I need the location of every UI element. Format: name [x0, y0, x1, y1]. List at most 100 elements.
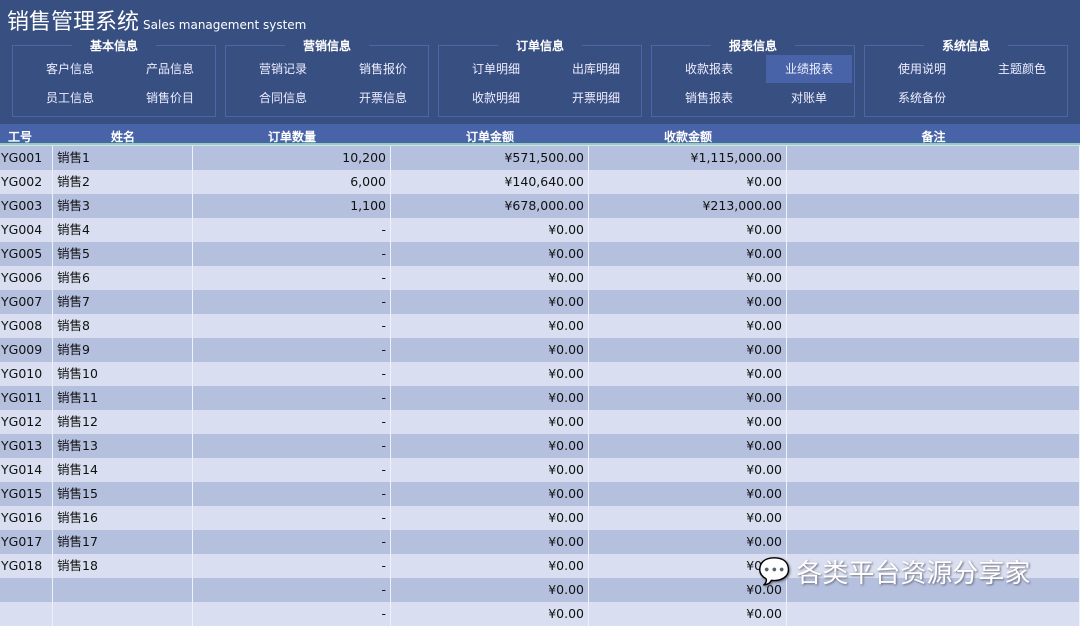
- menu-button[interactable]: 客户信息: [27, 55, 113, 83]
- table-row[interactable]: YG008 销售8- ¥0.00 ¥0.00: [0, 314, 1080, 338]
- table-cell[interactable]: ¥140,640.00: [391, 170, 589, 194]
- table-cell[interactable]: YG014: [0, 458, 53, 482]
- menu-button[interactable]: 订单明细: [453, 55, 539, 83]
- table-cell[interactable]: ¥0.00: [589, 338, 787, 362]
- menu-button[interactable]: 营销记录: [240, 55, 326, 83]
- table-row[interactable]: YG004 销售4- ¥0.00 ¥0.00: [0, 218, 1080, 242]
- table-cell[interactable]: ¥0.00: [589, 362, 787, 386]
- table-row[interactable]: YG013 销售13- ¥0.00 ¥0.00: [0, 434, 1080, 458]
- table-cell[interactable]: [0, 578, 53, 602]
- table-cell[interactable]: ¥213,000.00: [589, 194, 787, 218]
- table-cell[interactable]: YG006: [0, 266, 53, 290]
- table-cell[interactable]: ¥0.00: [391, 554, 589, 578]
- menu-button[interactable]: 产品信息: [127, 55, 213, 83]
- table-cell[interactable]: -: [193, 218, 391, 242]
- table-cell[interactable]: [53, 578, 193, 602]
- table-cell[interactable]: ¥0.00: [391, 338, 589, 362]
- table-cell[interactable]: 销售10: [53, 362, 193, 386]
- table-cell[interactable]: -: [193, 530, 391, 554]
- column-header[interactable]: 订单数量: [193, 128, 391, 145]
- table-cell[interactable]: [787, 338, 1080, 362]
- table-cell[interactable]: -: [193, 242, 391, 266]
- table-row[interactable]: YG006 销售6- ¥0.00 ¥0.00: [0, 266, 1080, 290]
- table-cell[interactable]: -: [193, 386, 391, 410]
- table-cell[interactable]: 销售7: [53, 290, 193, 314]
- table-cell[interactable]: YG011: [0, 386, 53, 410]
- table-cell[interactable]: ¥0.00: [391, 530, 589, 554]
- table-cell[interactable]: [787, 458, 1080, 482]
- table-cell[interactable]: YG008: [0, 314, 53, 338]
- table-cell[interactable]: 销售2: [53, 170, 193, 194]
- table-cell[interactable]: 1,100: [193, 194, 391, 218]
- table-cell[interactable]: [787, 386, 1080, 410]
- table-cell[interactable]: ¥0.00: [589, 602, 787, 626]
- table-cell[interactable]: -: [193, 602, 391, 626]
- table-cell[interactable]: ¥0.00: [589, 266, 787, 290]
- table-cell[interactable]: 销售14: [53, 458, 193, 482]
- table-cell[interactable]: YG017: [0, 530, 53, 554]
- table-cell[interactable]: YG018: [0, 554, 53, 578]
- table-cell[interactable]: [53, 602, 193, 626]
- table-cell[interactable]: YG007: [0, 290, 53, 314]
- table-cell[interactable]: ¥0.00: [589, 530, 787, 554]
- table-cell[interactable]: -: [193, 290, 391, 314]
- table-cell[interactable]: ¥0.00: [391, 482, 589, 506]
- table-cell[interactable]: 6,000: [193, 170, 391, 194]
- table-cell[interactable]: ¥0.00: [391, 362, 589, 386]
- table-row[interactable]: YG002 销售2 6,000 ¥140,640.00 ¥0.00: [0, 170, 1080, 194]
- menu-button[interactable]: 系统备份: [879, 84, 965, 112]
- table-row[interactable]: YG016 销售16- ¥0.00 ¥0.00: [0, 506, 1080, 530]
- table-cell[interactable]: 销售3: [53, 194, 193, 218]
- table-cell[interactable]: ¥0.00: [589, 290, 787, 314]
- menu-button[interactable]: 收款明细: [453, 84, 539, 112]
- table-cell[interactable]: -: [193, 554, 391, 578]
- table-cell[interactable]: [787, 146, 1080, 170]
- table-cell[interactable]: ¥0.00: [589, 242, 787, 266]
- menu-button[interactable]: 开票信息: [340, 84, 426, 112]
- table-cell[interactable]: -: [193, 482, 391, 506]
- table-cell[interactable]: [787, 434, 1080, 458]
- table-cell[interactable]: YG004: [0, 218, 53, 242]
- table-cell[interactable]: [787, 170, 1080, 194]
- table-cell[interactable]: YG016: [0, 506, 53, 530]
- table-cell[interactable]: -: [193, 506, 391, 530]
- table-cell[interactable]: YG009: [0, 338, 53, 362]
- table-cell[interactable]: 销售12: [53, 410, 193, 434]
- menu-button[interactable]: 使用说明: [879, 55, 965, 83]
- table-cell[interactable]: -: [193, 578, 391, 602]
- table-cell[interactable]: [787, 482, 1080, 506]
- menu-button[interactable]: 业绩报表: [766, 55, 852, 83]
- table-cell[interactable]: [0, 602, 53, 626]
- menu-button[interactable]: 主题颜色: [979, 55, 1065, 83]
- table-cell[interactable]: ¥0.00: [391, 506, 589, 530]
- table-cell[interactable]: -: [193, 314, 391, 338]
- column-header[interactable]: 工号: [0, 128, 40, 145]
- table-row[interactable]: YG014 销售14- ¥0.00 ¥0.00: [0, 458, 1080, 482]
- menu-button[interactable]: 对账单: [766, 84, 852, 112]
- table-cell[interactable]: 销售4: [53, 218, 193, 242]
- table-row[interactable]: YG015 销售15- ¥0.00 ¥0.00: [0, 482, 1080, 506]
- table-cell[interactable]: [787, 506, 1080, 530]
- table-cell[interactable]: 销售6: [53, 266, 193, 290]
- table-cell[interactable]: ¥0.00: [589, 170, 787, 194]
- table-cell[interactable]: [787, 194, 1080, 218]
- menu-button[interactable]: 销售报价: [340, 55, 426, 83]
- table-row[interactable]: YG009 销售9- ¥0.00 ¥0.00: [0, 338, 1080, 362]
- table-cell[interactable]: ¥0.00: [391, 386, 589, 410]
- table-cell[interactable]: YG013: [0, 434, 53, 458]
- table-cell[interactable]: ¥0.00: [589, 434, 787, 458]
- table-cell[interactable]: [787, 218, 1080, 242]
- menu-button[interactable]: 开票明细: [553, 84, 639, 112]
- table-cell[interactable]: -: [193, 410, 391, 434]
- table-cell[interactable]: 销售8: [53, 314, 193, 338]
- table-cell[interactable]: [787, 410, 1080, 434]
- table-cell[interactable]: [787, 602, 1080, 626]
- table-cell[interactable]: [787, 530, 1080, 554]
- table-row[interactable]: YG017 销售17- ¥0.00 ¥0.00: [0, 530, 1080, 554]
- table-cell[interactable]: ¥0.00: [589, 410, 787, 434]
- table-cell[interactable]: ¥0.00: [391, 410, 589, 434]
- table-cell[interactable]: -: [193, 266, 391, 290]
- table-cell[interactable]: YG002: [0, 170, 53, 194]
- table-cell[interactable]: [787, 362, 1080, 386]
- table-cell[interactable]: ¥0.00: [391, 602, 589, 626]
